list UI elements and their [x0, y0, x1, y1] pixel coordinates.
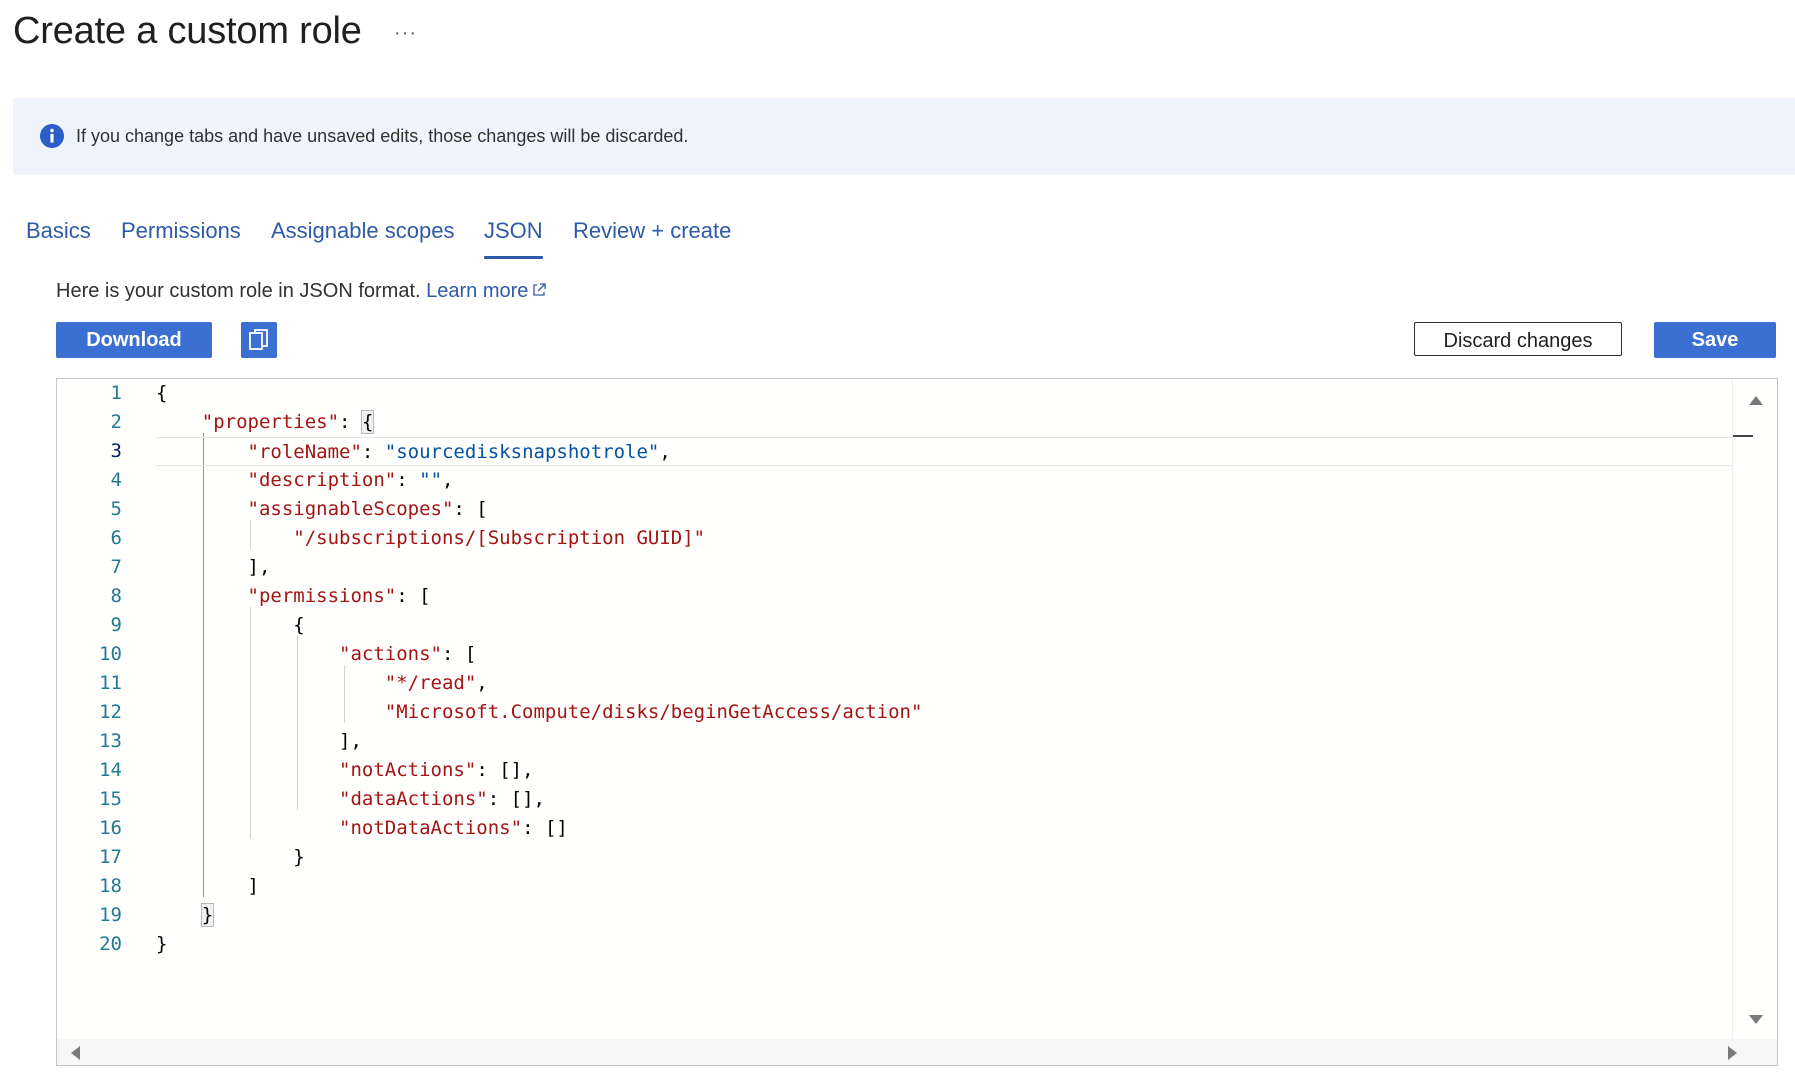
code-line[interactable]: } [156, 843, 304, 872]
intro-text-row: Here is your custom role in JSON format.… [56, 280, 547, 303]
line-number: 20 [99, 933, 122, 955]
tab-permissions[interactable]: Permissions [121, 218, 241, 244]
line-number: 7 [110, 556, 122, 578]
line-number: 10 [99, 643, 122, 665]
learn-more-label[interactable]: Learn more [426, 280, 528, 302]
line-number: 12 [99, 701, 122, 723]
line-number: 14 [99, 759, 122, 781]
page-title: Create a custom role [13, 10, 362, 52]
learn-more-link[interactable]: Learn more [426, 280, 547, 302]
save-button[interactable]: Save [1654, 322, 1776, 358]
code-line[interactable]: "description": "", [156, 466, 454, 495]
line-number: 6 [110, 527, 122, 549]
line-number-gutter: 1 2 3 4 5 6 7 8 9 10 11 12 13 14 15 16 17 18 19 20 [57, 379, 122, 1065]
line-number: 11 [99, 672, 122, 694]
scroll-right-icon[interactable] [1727, 1045, 1739, 1061]
matched-bracket: { [360, 410, 375, 434]
json-editor[interactable]: 1 2 3 4 5 6 7 8 9 10 11 12 13 14 15 16 17 18 19 20 { "prope… [56, 378, 1778, 1066]
code-line[interactable]: "permissions": [ [156, 582, 431, 611]
code-line[interactable]: "properties": { [156, 408, 375, 437]
intro-text: Here is your custom role in JSON format. [56, 280, 421, 302]
line-number: 17 [99, 846, 122, 868]
code-line[interactable]: "assignableScopes": [ [156, 495, 488, 524]
scroll-down-icon[interactable] [1748, 1014, 1764, 1026]
code-area[interactable]: { "properties": { "roleName": "sourcedis… [156, 379, 1747, 1065]
copy-icon [249, 329, 268, 350]
line-number: 4 [110, 469, 122, 491]
code-line[interactable]: "Microsoft.Compute/disks/beginGetAccess/… [156, 698, 923, 727]
info-banner: If you change tabs and have unsaved edit… [13, 98, 1795, 175]
tab-assignable-scopes[interactable]: Assignable scopes [271, 218, 454, 244]
download-button[interactable]: Download [56, 322, 212, 358]
info-icon [40, 124, 64, 148]
code-line[interactable]: "notActions": [], [156, 756, 533, 785]
horizontal-scrollbar[interactable] [57, 1039, 1777, 1065]
code-line[interactable]: { [156, 611, 304, 640]
tab-basics[interactable]: Basics [26, 218, 91, 244]
matched-bracket: } [200, 903, 215, 927]
code-line[interactable]: "*/read", [156, 669, 488, 698]
code-line[interactable]: "/subscriptions/[Subscription GUID]" [156, 524, 705, 553]
code-line[interactable]: { [156, 379, 167, 408]
code-line[interactable]: ], [156, 553, 271, 582]
tab-json[interactable]: JSON [484, 218, 543, 259]
code-line[interactable]: ], [156, 727, 362, 756]
line-number: 9 [110, 614, 122, 636]
copy-button[interactable] [241, 322, 277, 358]
line-number: 8 [110, 585, 122, 607]
code-line-current[interactable]: "roleName": "sourcedisksnapshotrole", [156, 437, 1747, 466]
line-number: 15 [99, 788, 122, 810]
external-link-icon [533, 283, 547, 296]
line-number: 18 [99, 875, 122, 897]
code-line[interactable]: } [156, 901, 215, 930]
more-options-icon[interactable]: ··· [394, 22, 417, 45]
code-line[interactable]: ] [156, 872, 259, 901]
line-number: 2 [110, 411, 122, 433]
scroll-up-icon[interactable] [1748, 394, 1764, 406]
overview-ruler-cursor [1733, 435, 1753, 437]
line-number: 3 [110, 440, 122, 462]
vertical-scrollbar[interactable] [1732, 379, 1777, 1039]
line-number: 5 [110, 498, 122, 520]
code-line[interactable]: } [156, 930, 167, 959]
code-line[interactable]: "dataActions": [], [156, 785, 545, 814]
tab-review-create[interactable]: Review + create [573, 218, 731, 244]
line-number: 1 [110, 382, 122, 404]
code-line[interactable]: "actions": [ [156, 640, 476, 669]
discard-changes-button[interactable]: Discard changes [1414, 322, 1622, 356]
line-number: 16 [99, 817, 122, 839]
code-line[interactable]: "notDataActions": [] [156, 814, 568, 843]
scroll-left-icon[interactable] [69, 1045, 81, 1061]
line-number: 13 [99, 730, 122, 752]
banner-message: If you change tabs and have unsaved edit… [76, 126, 689, 146]
line-number: 19 [99, 904, 122, 926]
